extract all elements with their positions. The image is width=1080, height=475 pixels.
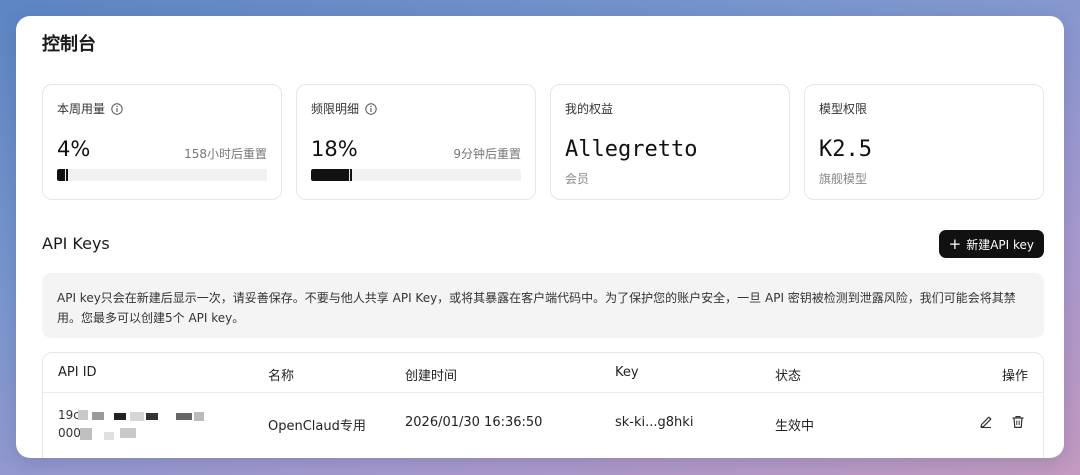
rate-limit-reset: 9分钟后重置	[453, 147, 521, 161]
benefit-value: Allegretto	[565, 137, 698, 162]
redacted-block	[114, 413, 126, 420]
api-keys-table: API ID 名称 创建时间 Key 状态 操作 19c 000 OpenCla…	[42, 352, 1044, 458]
rate-limit-bar-marker	[349, 169, 352, 181]
weekly-usage-label-row: 本周用量	[57, 100, 123, 117]
api-key-status: 生效中	[775, 419, 815, 434]
weekly-usage-bar	[57, 169, 267, 181]
rate-limit-bar-fill	[311, 169, 349, 181]
table-header: API ID 名称 创建时间 Key 状态 操作	[43, 353, 1043, 393]
page-title: 控制台	[42, 34, 96, 55]
plus-icon: +	[948, 234, 962, 253]
rate-limit-label-row: 频限明细	[311, 100, 377, 117]
model-value: K2.5	[819, 137, 872, 162]
weekly-usage-bar-marker	[66, 169, 69, 181]
stats-cards: 本周用量 4% 158小时后重置 频限明细 18% 9分钟后重置 我的权益 Al…	[42, 84, 1044, 200]
benefit-label: 我的权益	[565, 102, 614, 116]
redacted-block	[130, 412, 144, 421]
redacted-block	[80, 428, 92, 440]
api-id-cell: 19c 000	[58, 406, 238, 446]
redacted-block	[146, 413, 158, 420]
api-key-created: 2026/01/30 16:36:50	[405, 415, 543, 430]
model-card: 模型权限 K2.5 旗舰模型	[804, 84, 1044, 200]
weekly-usage-reset: 158小时后重置	[184, 147, 267, 161]
api-keys-title: API Keys	[42, 234, 110, 253]
table-row: 19c 000 OpenClaud专用 2026/01/30 16:36:50 …	[43, 394, 1043, 458]
redacted-block	[194, 412, 204, 421]
column-header-api-id: API ID	[58, 365, 97, 380]
info-icon[interactable]	[111, 102, 123, 115]
api-key-name: OpenClaud专用	[268, 419, 366, 434]
column-header-key: Key	[615, 365, 639, 380]
new-api-key-label: 新建API key	[966, 237, 1034, 252]
redacted-block	[120, 428, 136, 438]
info-icon[interactable]	[365, 102, 377, 115]
weekly-usage-label: 本周用量	[57, 102, 106, 116]
redacted-block	[104, 432, 114, 440]
redacted-block	[78, 410, 88, 420]
benefit-sub: 会员	[565, 172, 590, 186]
api-key-masked: sk-ki...g8hki	[615, 415, 694, 430]
rate-limit-card: 频限明细 18% 9分钟后重置	[296, 84, 536, 200]
column-header-actions: 操作	[1001, 369, 1028, 384]
rate-limit-percent: 18%	[311, 137, 358, 161]
new-api-key-button[interactable]: + 新建API key	[938, 230, 1044, 258]
api-key-notice: API key只会在新建后显示一次，请妥善保存。不要与他人共享 API Key，…	[42, 273, 1044, 338]
weekly-usage-card: 本周用量 4% 158小时后重置	[42, 84, 282, 200]
column-header-created: 创建时间	[405, 369, 458, 384]
benefit-card: 我的权益 Allegretto 会员	[550, 84, 790, 200]
model-sub: 旗舰模型	[819, 172, 868, 186]
column-header-name: 名称	[268, 369, 295, 384]
weekly-usage-percent: 4%	[57, 137, 91, 161]
weekly-usage-bar-fill	[57, 169, 66, 181]
dashboard-panel: 控制台 本周用量 4% 158小时后重置 频限明细 18% 9分钟后重置 我的权…	[16, 16, 1064, 458]
redacted-block	[176, 413, 192, 420]
column-header-status: 状态	[775, 369, 802, 384]
rate-limit-label: 频限明细	[311, 102, 360, 116]
edit-icon[interactable]	[978, 414, 994, 430]
trash-icon[interactable]	[1010, 414, 1026, 430]
model-label: 模型权限	[819, 102, 868, 116]
redacted-block	[92, 412, 104, 420]
rate-limit-bar	[311, 169, 521, 181]
